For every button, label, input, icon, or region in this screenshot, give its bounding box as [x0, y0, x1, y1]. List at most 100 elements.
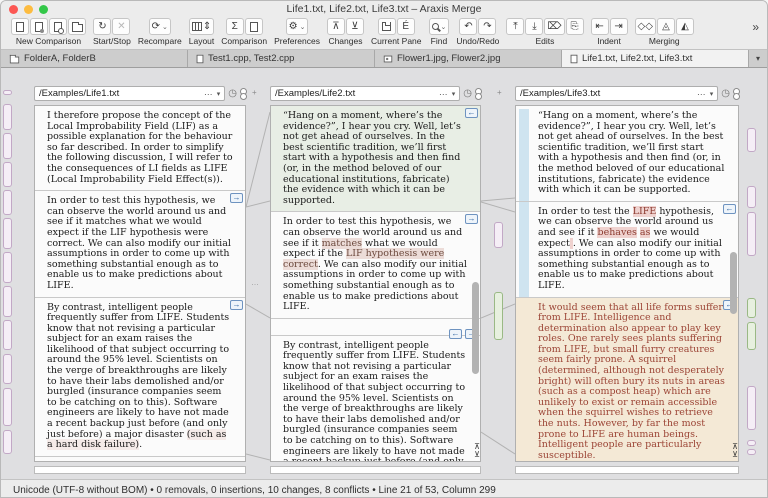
- align-bottom-icon[interactable]: ⊻: [474, 451, 480, 459]
- change-marker[interactable]: [3, 133, 12, 159]
- linked-scrolling-icon[interactable]: [240, 88, 246, 100]
- history-icon[interactable]: ◷: [228, 89, 237, 99]
- horizontal-scrollbar[interactable]: [515, 466, 739, 474]
- merge-take-left-icon: ◬: [662, 19, 670, 34]
- merge-take-left-button[interactable]: ◬: [657, 18, 675, 35]
- next-change-button[interactable]: ⊻: [346, 18, 364, 35]
- unindent-button[interactable]: ⇤: [591, 18, 609, 35]
- first-edit-button[interactable]: ⤒: [506, 18, 524, 35]
- comparison-report-button[interactable]: [245, 18, 263, 35]
- new-binary-comparison-button[interactable]: [30, 18, 48, 35]
- pane-3: /Examples/Life3.txt…▾◷“Hang on a moment,…: [515, 86, 739, 476]
- toolbar-group-current-pane: ÉCurrent Pane: [371, 18, 422, 46]
- paragraph: In order to test the LIFE hypothesis, we…: [516, 202, 738, 298]
- undo-button[interactable]: ↶: [459, 18, 477, 35]
- alignment-anchor-icons: ⊼⊻: [474, 443, 480, 459]
- start-button[interactable]: ↻: [93, 18, 111, 35]
- tab-test1-cpp-test2-cpp[interactable]: Test1.cpp, Test2.cpp: [188, 50, 375, 67]
- scrollbar-thumb[interactable]: [730, 252, 737, 314]
- history-icon[interactable]: ◷: [463, 89, 472, 99]
- toolbar: New Comparison↻✕Start/Stop⟳⌄Recompare⇕La…: [1, 17, 767, 50]
- tab-overflow-button[interactable]: ▾: [749, 50, 767, 67]
- linked-scrolling-icon[interactable]: [733, 88, 739, 100]
- tab-foldera-folderb[interactable]: FolderA, FolderB: [1, 50, 188, 67]
- new-image-comparison-button[interactable]: [49, 18, 67, 35]
- find-button[interactable]: ⌄: [429, 18, 450, 35]
- path-dropdown-icon[interactable]: ▾: [452, 90, 456, 98]
- last-edit-button[interactable]: ⤓: [525, 18, 543, 35]
- merge-left-arrow-button[interactable]: ←: [449, 329, 462, 339]
- path-menu-icon[interactable]: …: [439, 87, 448, 97]
- previous-change-button[interactable]: ⊼: [327, 18, 345, 35]
- comparison-summary-button[interactable]: Σ: [226, 18, 244, 35]
- document-pane[interactable]: I therefore propose the concept of the L…: [34, 105, 246, 462]
- encoding-button[interactable]: É: [397, 18, 415, 35]
- dropdown-caret-icon: ⌄: [441, 23, 447, 31]
- file-path-field[interactable]: /Examples/Life2.txt…▾: [270, 86, 460, 101]
- change-marker[interactable]: [747, 212, 756, 256]
- document-pane[interactable]: “Hang on a moment, where’s the evidence?…: [270, 105, 481, 462]
- merge-take-right-button[interactable]: ◭: [676, 18, 694, 35]
- indent-button[interactable]: ⇥: [610, 18, 628, 35]
- change-marker[interactable]: [3, 252, 12, 283]
- change-marker[interactable]: [3, 218, 12, 249]
- change-marker[interactable]: [3, 90, 12, 95]
- path-menu-icon[interactable]: …: [204, 87, 213, 97]
- change-map-middle: [493, 88, 505, 474]
- change-marker[interactable]: [494, 222, 503, 248]
- stop-button[interactable]: ✕: [112, 18, 130, 35]
- merge-right-arrow-button[interactable]: →: [230, 300, 243, 310]
- change-marker[interactable]: [3, 388, 12, 426]
- horizontal-scrollbar[interactable]: [270, 466, 481, 474]
- remove-edits-button[interactable]: ⌦: [544, 18, 564, 35]
- align-bottom-icon[interactable]: ⊻: [732, 451, 738, 459]
- save-button[interactable]: [378, 18, 396, 35]
- change-marker[interactable]: [747, 298, 756, 318]
- file-path-field[interactable]: /Examples/Life3.txt…▾: [515, 86, 718, 101]
- accept-edits-button[interactable]: ⎘: [566, 18, 584, 35]
- merge-left-arrow-button[interactable]: ←: [723, 204, 736, 214]
- path-dropdown-icon[interactable]: ▾: [710, 90, 714, 98]
- pane-header: /Examples/Life2.txt…▾◷: [270, 86, 481, 101]
- merge-right-arrow-button[interactable]: →: [465, 214, 478, 224]
- merge-left-arrow-button[interactable]: ←: [465, 108, 478, 118]
- change-marker[interactable]: [3, 190, 12, 215]
- document-pane[interactable]: “Hang on a moment, where’s the evidence?…: [515, 105, 739, 462]
- text-segment: I therefore propose the concept of the L…: [47, 110, 233, 185]
- tab-life1-txt-life2-txt-life3-txt[interactable]: Life1.txt, Life2.txt, Life3.txt: [562, 50, 749, 67]
- change-marker[interactable]: [747, 440, 756, 446]
- change-marker[interactable]: [3, 430, 12, 454]
- change-marker[interactable]: [747, 386, 756, 430]
- toolbar-group-label: Preferences: [274, 36, 320, 46]
- change-marker[interactable]: [3, 104, 12, 130]
- history-icon[interactable]: ◷: [721, 89, 730, 99]
- horizontal-scrollbar[interactable]: [34, 466, 246, 474]
- scrollbar-thumb[interactable]: [472, 282, 479, 374]
- change-marker[interactable]: [3, 286, 12, 317]
- change-marker[interactable]: [3, 320, 12, 350]
- redo-button[interactable]: ↷: [478, 18, 496, 35]
- change-marker[interactable]: [3, 162, 12, 187]
- new-folder-comparison-button[interactable]: [68, 18, 86, 35]
- start-icon: ↻: [98, 19, 106, 34]
- change-marker[interactable]: [494, 292, 503, 340]
- path-dropdown-icon[interactable]: ▾: [217, 90, 221, 98]
- file-path-field[interactable]: /Examples/Life1.txt…▾: [34, 86, 225, 101]
- path-menu-icon[interactable]: …: [697, 87, 706, 97]
- link-panes-icon[interactable]: +: [252, 88, 257, 97]
- change-marker[interactable]: [3, 354, 12, 384]
- change-marker[interactable]: [747, 322, 756, 350]
- merge-right-arrow-button[interactable]: →: [230, 193, 243, 203]
- changed-text: LIFE: [633, 206, 657, 217]
- tab-flower1-jpg-flower2-jpg[interactable]: Flower1.jpg, Flower2.jpg: [375, 50, 562, 67]
- change-marker[interactable]: [747, 186, 756, 208]
- change-marker[interactable]: [747, 449, 756, 455]
- merge-common-ancestor-button[interactable]: ◇◇: [635, 18, 656, 35]
- recompare-button[interactable]: ⟳⌄: [149, 18, 171, 35]
- change-marker[interactable]: [747, 128, 756, 152]
- new-text-comparison-button[interactable]: [11, 18, 29, 35]
- layout-button[interactable]: ⇕: [189, 18, 214, 35]
- linked-scrolling-icon[interactable]: [475, 88, 481, 100]
- preferences-button[interactable]: ⚙⌄: [286, 18, 309, 35]
- toolbar-overflow-button[interactable]: »: [748, 18, 763, 36]
